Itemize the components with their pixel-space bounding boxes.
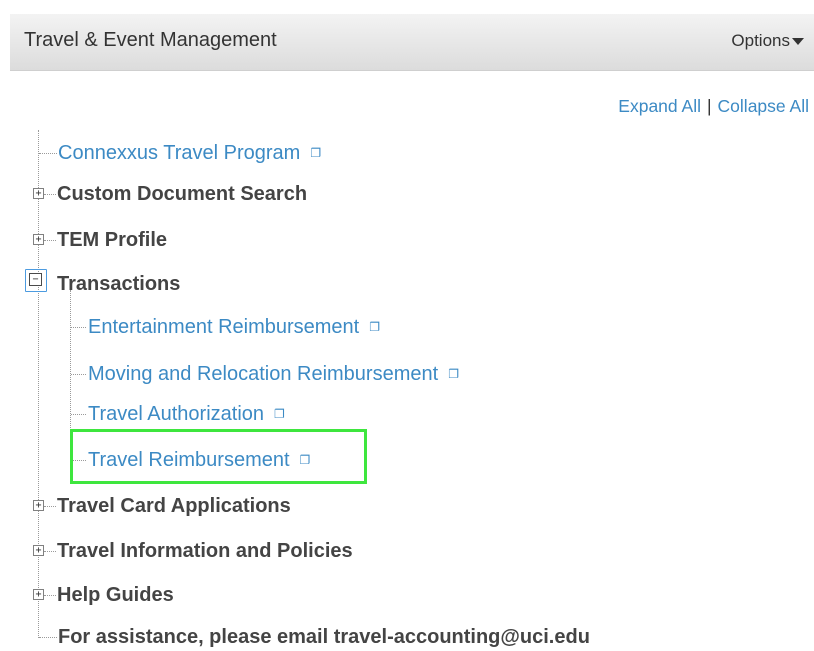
plus-box-icon[interactable]: +: [33, 188, 44, 199]
tree-item-moving[interactable]: Moving and Relocation Reimbursement ❐: [88, 362, 459, 387]
tree-item-tem-profile[interactable]: TEM Profile: [57, 228, 167, 252]
plus-box-icon[interactable]: +: [33, 589, 44, 600]
tree-item-label: Travel Information and Policies: [57, 540, 353, 562]
tree-item-label: Transactions: [57, 273, 181, 295]
options-label: Options: [731, 31, 790, 50]
external-link-icon: ❐: [274, 406, 285, 421]
tree-trunk-line: [38, 130, 39, 638]
tree-item-travel-info[interactable]: Travel Information and Policies: [57, 539, 353, 563]
tree-item-label: Travel Authorization: [88, 403, 265, 425]
plus-box-icon[interactable]: +: [33, 545, 44, 556]
tree-item-label: Help Guides: [57, 584, 174, 606]
tree-item-assistance: For assistance, please email travel-acco…: [58, 625, 590, 649]
connector-line: [44, 595, 56, 596]
connector-line: [71, 374, 86, 375]
tree-item-help-guides[interactable]: Help Guides: [57, 583, 174, 607]
expand-all-link[interactable]: Expand All: [618, 96, 701, 116]
connector-line: [44, 551, 56, 552]
plus-box-icon[interactable]: +: [33, 500, 44, 511]
tree-item-label: Entertainment Reimbursement: [88, 316, 360, 338]
tree-item-label: Connexxus Travel Program: [58, 142, 301, 164]
expand-collapse-links: Expand All | Collapse All: [618, 96, 809, 117]
highlight-box: [70, 429, 367, 484]
separator: |: [707, 96, 712, 116]
connector-line: [39, 637, 57, 638]
tree-item-travel-authorization[interactable]: Travel Authorization ❐: [88, 402, 285, 427]
tree-item-connexxus[interactable]: Connexxus Travel Program ❐: [58, 141, 321, 166]
tree-item-entertainment[interactable]: Entertainment Reimbursement ❐: [88, 315, 380, 340]
tree-item-custom-search[interactable]: Custom Document Search: [57, 182, 307, 206]
collapse-all-link[interactable]: Collapse All: [718, 96, 809, 116]
plus-box-icon[interactable]: +: [33, 234, 44, 245]
connector-line: [71, 327, 86, 328]
panel-title: Travel & Event Management: [24, 29, 277, 51]
tree-item-label: Custom Document Search: [57, 183, 308, 205]
caret-down-icon: [792, 37, 804, 45]
connector-line: [44, 506, 56, 507]
connector-line: [71, 414, 86, 415]
panel-header: Travel & Event Management Options: [10, 14, 814, 71]
options-button[interactable]: Options: [731, 31, 804, 51]
external-link-icon: ❐: [448, 366, 459, 381]
connector-line: [44, 240, 56, 241]
connector-line: [39, 153, 57, 154]
connector-line: [44, 194, 56, 195]
tree-item-transactions[interactable]: Transactions: [57, 272, 180, 296]
external-link-icon: ❐: [310, 145, 322, 160]
external-link-icon: ❐: [369, 319, 380, 334]
tree-item-label: Travel Card Applications: [57, 495, 291, 517]
assistance-text: For assistance, please email travel-acco…: [58, 626, 590, 648]
tree-item-label: TEM Profile: [57, 229, 168, 251]
tree-item-label: Moving and Relocation Reimbursement: [88, 363, 439, 385]
tree-item-travel-card[interactable]: Travel Card Applications: [57, 494, 291, 518]
minus-box-icon[interactable]: −: [29, 273, 42, 286]
